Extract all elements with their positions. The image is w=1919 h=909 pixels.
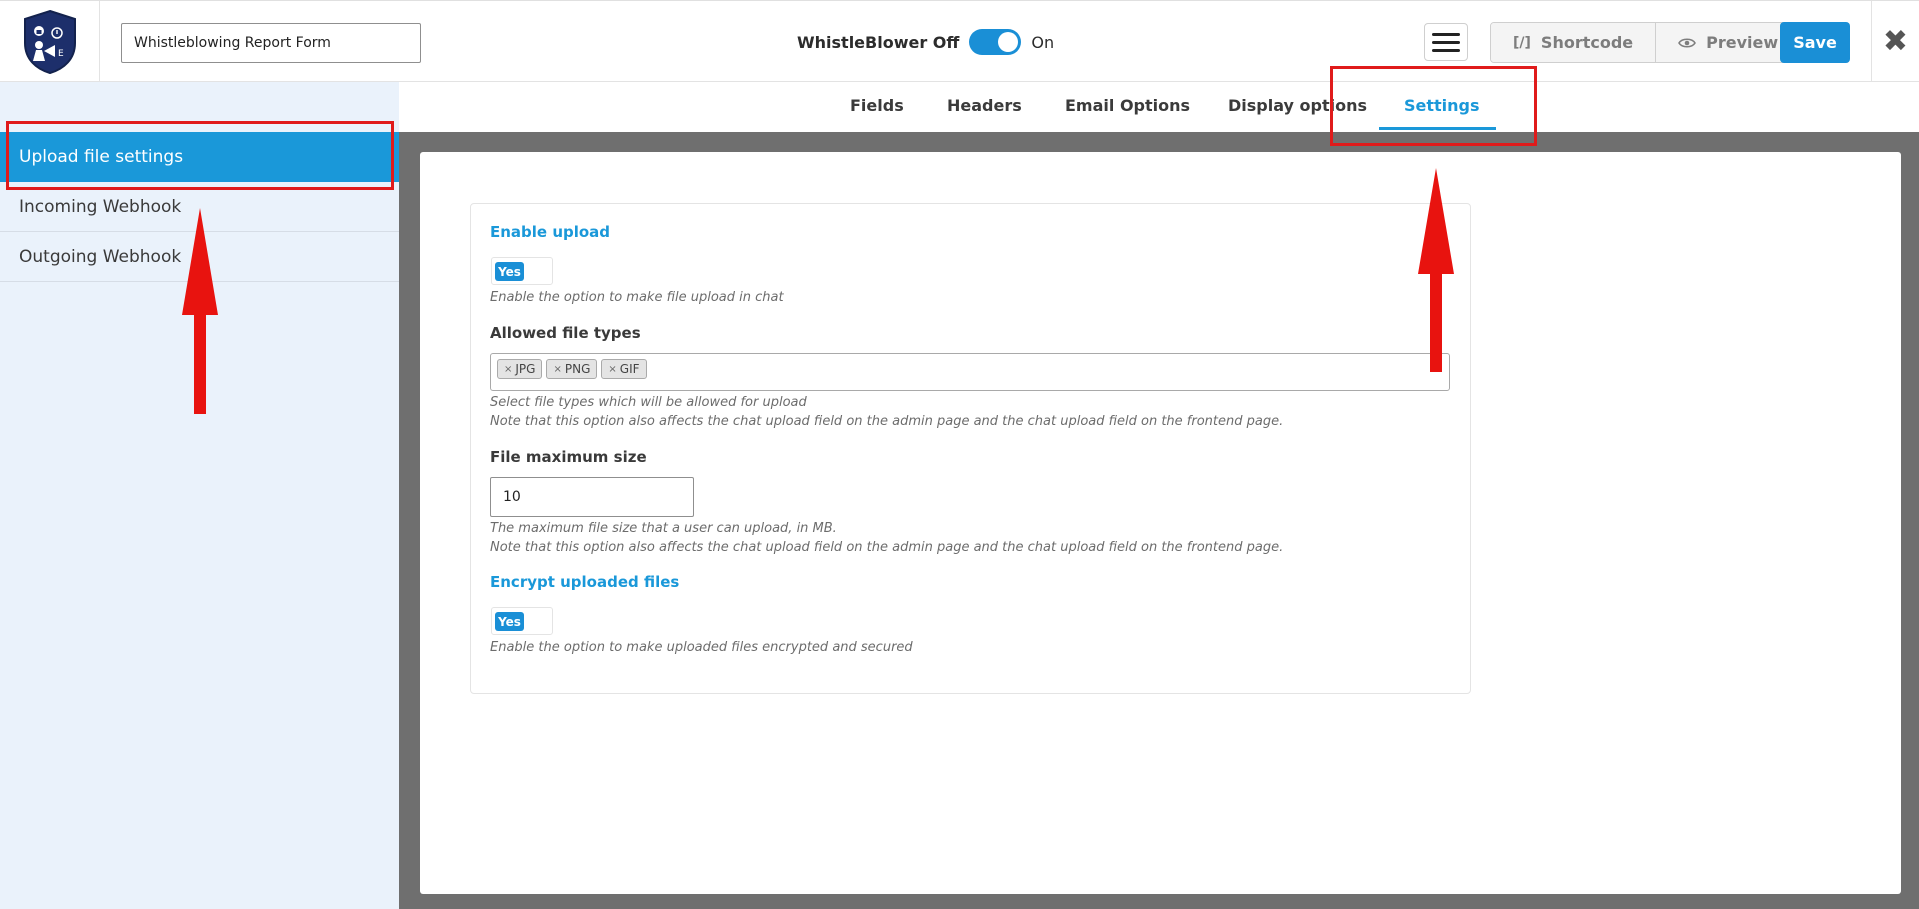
shortcode-preview-group: [/] Shortcode Preview [1490,22,1802,63]
close-button[interactable]: ✖ [1871,1,1919,82]
preview-button[interactable]: Preview [1655,23,1801,62]
sidebar: Upload file settings Incoming Webhook Ou… [0,82,399,909]
hamburger-icon-line [1432,40,1460,44]
enable-upload-title: Enable upload [490,223,611,241]
shortcode-icon: [/] [1513,34,1531,51]
enable-upload-toggle[interactable]: Yes [491,257,553,285]
hamburger-icon-line [1432,32,1460,36]
annotation-arrow-up-icon [182,208,218,414]
file-type-tag[interactable]: × GIF [601,359,647,379]
tab-email-options[interactable]: Email Options [1065,96,1190,115]
tag-remove-icon[interactable]: × [504,364,512,375]
encrypt-files-help: Enable the option to make uploaded files… [490,640,913,655]
toggle-on-label: On [1031,32,1055,52]
encrypt-files-title: Encrypt uploaded files [490,573,680,591]
svg-text:E: E [58,49,64,59]
whistleblower-toggle-group: WhistleBlower Off On [797,27,1054,57]
top-bar: E WhistleBlower Off On [/] Shortcode Pre… [0,0,1919,82]
toggle-off-label: WhistleBlower Off [797,32,960,52]
allowed-file-types-input[interactable]: × JPG × PNG × GIF [490,353,1450,391]
hamburger-icon-line [1432,48,1460,52]
logo-cell: E [0,1,100,82]
annotation-box-settings-tab [1330,66,1537,146]
tag-label: PNG [564,362,591,376]
encrypt-files-toggle[interactable]: Yes [491,607,553,635]
enable-upload-help: Enable the option to make file upload in… [490,290,784,305]
tab-bar: Fields Headers Email Options Display opt… [399,82,1919,132]
save-button[interactable]: Save [1780,22,1850,63]
close-icon: ✖ [1882,24,1909,59]
eye-icon [1678,37,1697,48]
shield-logo-icon: E [23,9,76,74]
encrypt-files-toggle-label: Yes [495,612,524,631]
file-max-size-input[interactable] [490,477,694,517]
tag-remove-icon[interactable]: × [553,364,561,375]
file-type-tag[interactable]: × PNG [546,359,598,379]
file-type-tag[interactable]: × JPG [497,359,543,379]
enable-upload-toggle-label: Yes [495,262,524,281]
preview-label: Preview [1706,33,1779,52]
allowed-file-types-note: Note that this option also affects the c… [490,414,1284,429]
allowed-file-types-title: Allowed file types [490,324,641,342]
file-max-size-help: The maximum file size that a user can up… [490,521,837,536]
form-title-input[interactable] [121,23,421,63]
tab-headers[interactable]: Headers [947,96,1022,115]
toggle-knob [998,32,1019,52]
shortcode-label: Shortcode [1540,33,1634,52]
whistleblower-toggle-switch[interactable] [969,29,1022,55]
file-max-size-title: File maximum size [490,448,647,466]
hamburger-menu-button[interactable] [1424,23,1468,61]
file-max-size-note: Note that this option also affects the c… [490,540,1284,555]
tag-remove-icon[interactable]: × [608,364,616,375]
tag-label: JPG [515,362,536,376]
annotation-box-sidebar [6,121,394,190]
tab-fields[interactable]: Fields [850,96,904,115]
allowed-file-types-help: Select file types which will be allowed … [490,395,807,410]
shortcode-button[interactable]: [/] Shortcode [1491,23,1656,62]
annotation-arrow-up-icon [1418,168,1454,372]
tag-label: GIF [619,362,640,376]
